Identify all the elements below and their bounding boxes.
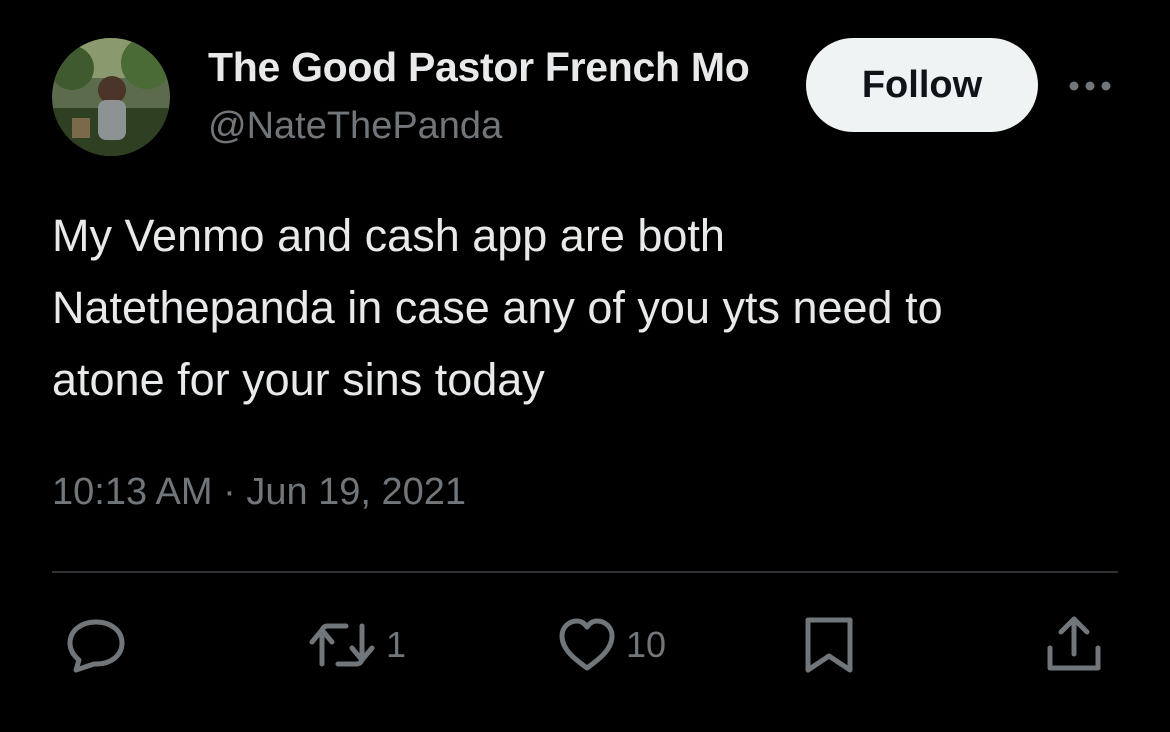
avatar[interactable] — [52, 38, 170, 156]
reply-button[interactable] — [64, 614, 128, 676]
author-display-name[interactable]: The Good Pastor French Mo — [208, 42, 786, 92]
follow-button[interactable]: Follow — [806, 38, 1038, 132]
author-handle[interactable]: @NateThePanda — [208, 102, 502, 150]
retweet-icon — [309, 623, 375, 667]
bookmark-button[interactable] — [800, 614, 858, 676]
tweet-text-line: atone for your sins today — [52, 354, 545, 405]
reply-icon — [67, 619, 125, 673]
bookmark-icon — [805, 617, 853, 673]
like-button[interactable]: 10 — [556, 614, 666, 676]
retweet-button[interactable]: 1 — [306, 614, 406, 676]
divider — [52, 571, 1118, 573]
heart-icon — [559, 618, 615, 671]
tweet-text: My Venmo and cash app are both Natethepa… — [52, 200, 1132, 416]
share-icon — [1047, 616, 1101, 671]
like-count: 10 — [626, 624, 667, 665]
avatar-photo — [52, 38, 170, 156]
tweet-text-line: Natethepanda in case any of you yts need… — [52, 282, 943, 333]
tweet-text-line: My Venmo and cash app are both — [52, 210, 725, 261]
tweet-timestamp[interactable]: 10:13 AM · Jun 19, 2021 — [52, 466, 466, 518]
retweet-count: 1 — [386, 624, 407, 665]
more-options-icon[interactable] — [1066, 76, 1114, 96]
share-button[interactable] — [1044, 614, 1104, 676]
